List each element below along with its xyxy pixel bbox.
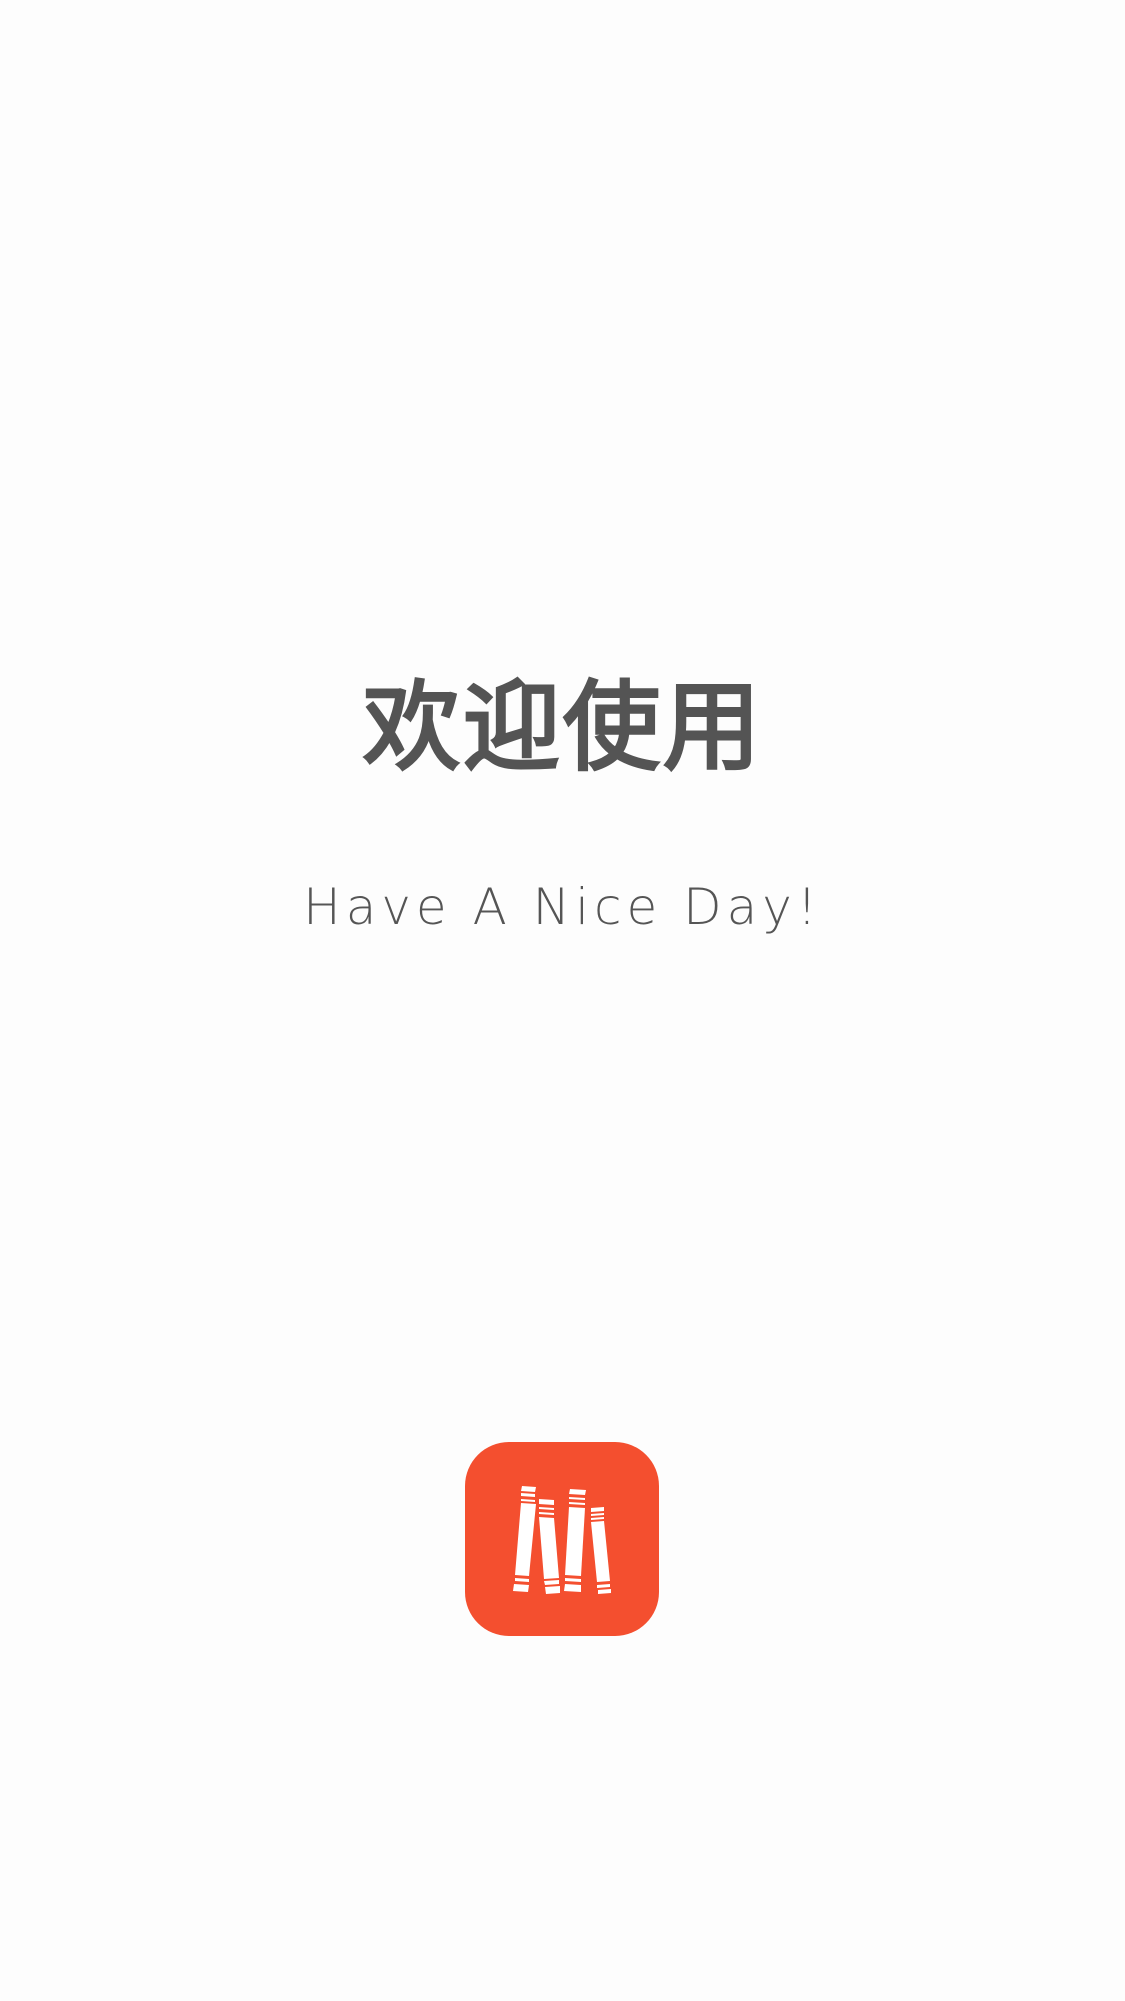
welcome-subtitle: Have A Nice Day! (303, 878, 822, 936)
books-icon (513, 1486, 611, 1594)
splash-screen: 欢迎使用 Have A Nice Day! (0, 0, 1125, 2001)
app-logo (465, 1442, 659, 1636)
welcome-title: 欢迎使用 (362, 671, 763, 785)
